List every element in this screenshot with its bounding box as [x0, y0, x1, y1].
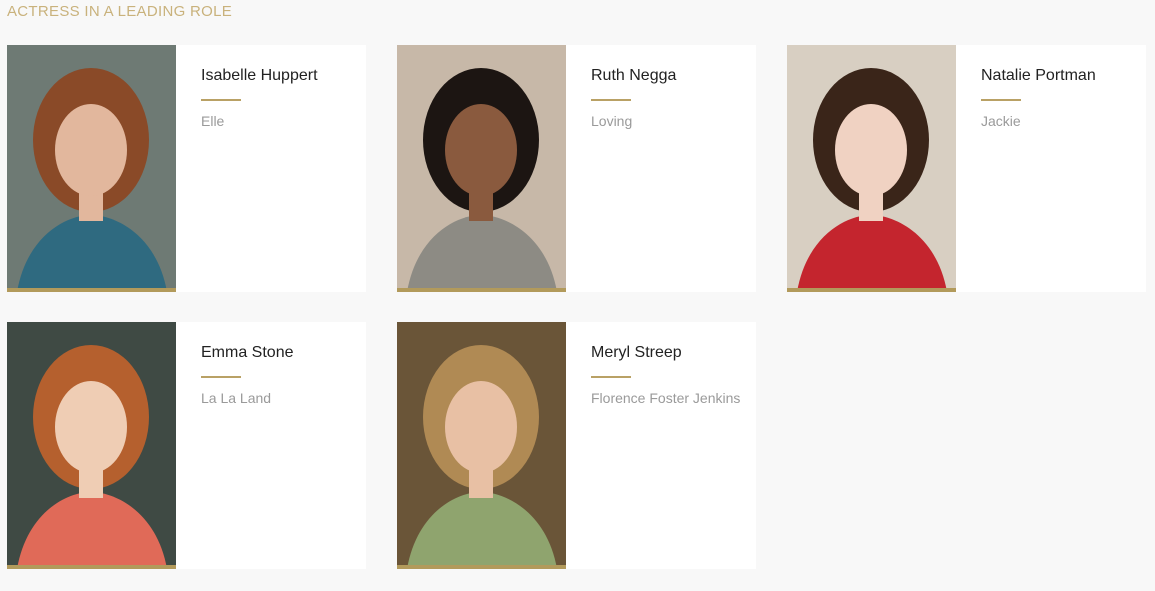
face-shape — [835, 104, 907, 196]
nominee-name[interactable]: Meryl Streep — [591, 344, 682, 362]
nominee-photo[interactable] — [787, 45, 956, 292]
nominee-info: Isabelle Huppert Elle — [176, 45, 366, 292]
portrait-photo-icon — [7, 45, 176, 292]
nominee-info: Emma Stone La La Land — [176, 322, 366, 569]
nominee-card[interactable]: Emma Stone La La Land — [7, 322, 366, 569]
nominee-film: Loving — [591, 113, 633, 129]
portrait-photo-icon — [7, 322, 176, 569]
nominee-card[interactable]: Isabelle Huppert Elle — [7, 45, 366, 292]
photo-underline — [7, 565, 176, 569]
nominee-card[interactable]: Natalie Portman Jackie — [787, 45, 1146, 292]
face-shape — [445, 381, 517, 473]
nominee-film: Jackie — [981, 113, 1021, 129]
nominee-film: Elle — [201, 113, 225, 129]
nominee-photo[interactable] — [397, 322, 566, 569]
nominee-photo[interactable] — [397, 45, 566, 292]
face-shape — [55, 381, 127, 473]
nominee-name[interactable]: Natalie Portman — [981, 67, 1096, 85]
gold-divider — [591, 376, 631, 378]
nominee-card[interactable]: Ruth Negga Loving — [397, 45, 756, 292]
photo-underline — [7, 288, 176, 292]
face-shape — [55, 104, 127, 196]
nominee-info: Natalie Portman Jackie — [956, 45, 1146, 292]
photo-underline — [787, 288, 956, 292]
portrait-photo-icon — [397, 45, 566, 292]
gold-divider — [201, 376, 241, 378]
nominee-info: Meryl Streep Florence Foster Jenkins — [566, 322, 756, 569]
category-title: ACTRESS IN A LEADING ROLE — [7, 3, 233, 20]
nominee-film: La La Land — [201, 390, 272, 406]
nominee-name[interactable]: Emma Stone — [201, 344, 293, 362]
photo-underline — [397, 288, 566, 292]
nominee-photo[interactable] — [7, 322, 176, 569]
nominee-film: Florence Foster Jenkins — [591, 390, 741, 406]
nominee-name[interactable]: Ruth Negga — [591, 67, 676, 85]
nominee-card[interactable]: Meryl Streep Florence Foster Jenkins — [397, 322, 756, 569]
face-shape — [445, 104, 517, 196]
portrait-photo-icon — [787, 45, 956, 292]
nominee-info: Ruth Negga Loving — [566, 45, 756, 292]
gold-divider — [981, 99, 1021, 101]
gold-divider — [591, 99, 631, 101]
nominee-name[interactable]: Isabelle Huppert — [201, 67, 318, 85]
gold-divider — [201, 99, 241, 101]
photo-underline — [397, 565, 566, 569]
nominees-page: ACTRESS IN A LEADING ROLE Isabelle Huppe… — [0, 0, 1155, 591]
nominee-photo[interactable] — [7, 45, 176, 292]
portrait-photo-icon — [397, 322, 566, 569]
